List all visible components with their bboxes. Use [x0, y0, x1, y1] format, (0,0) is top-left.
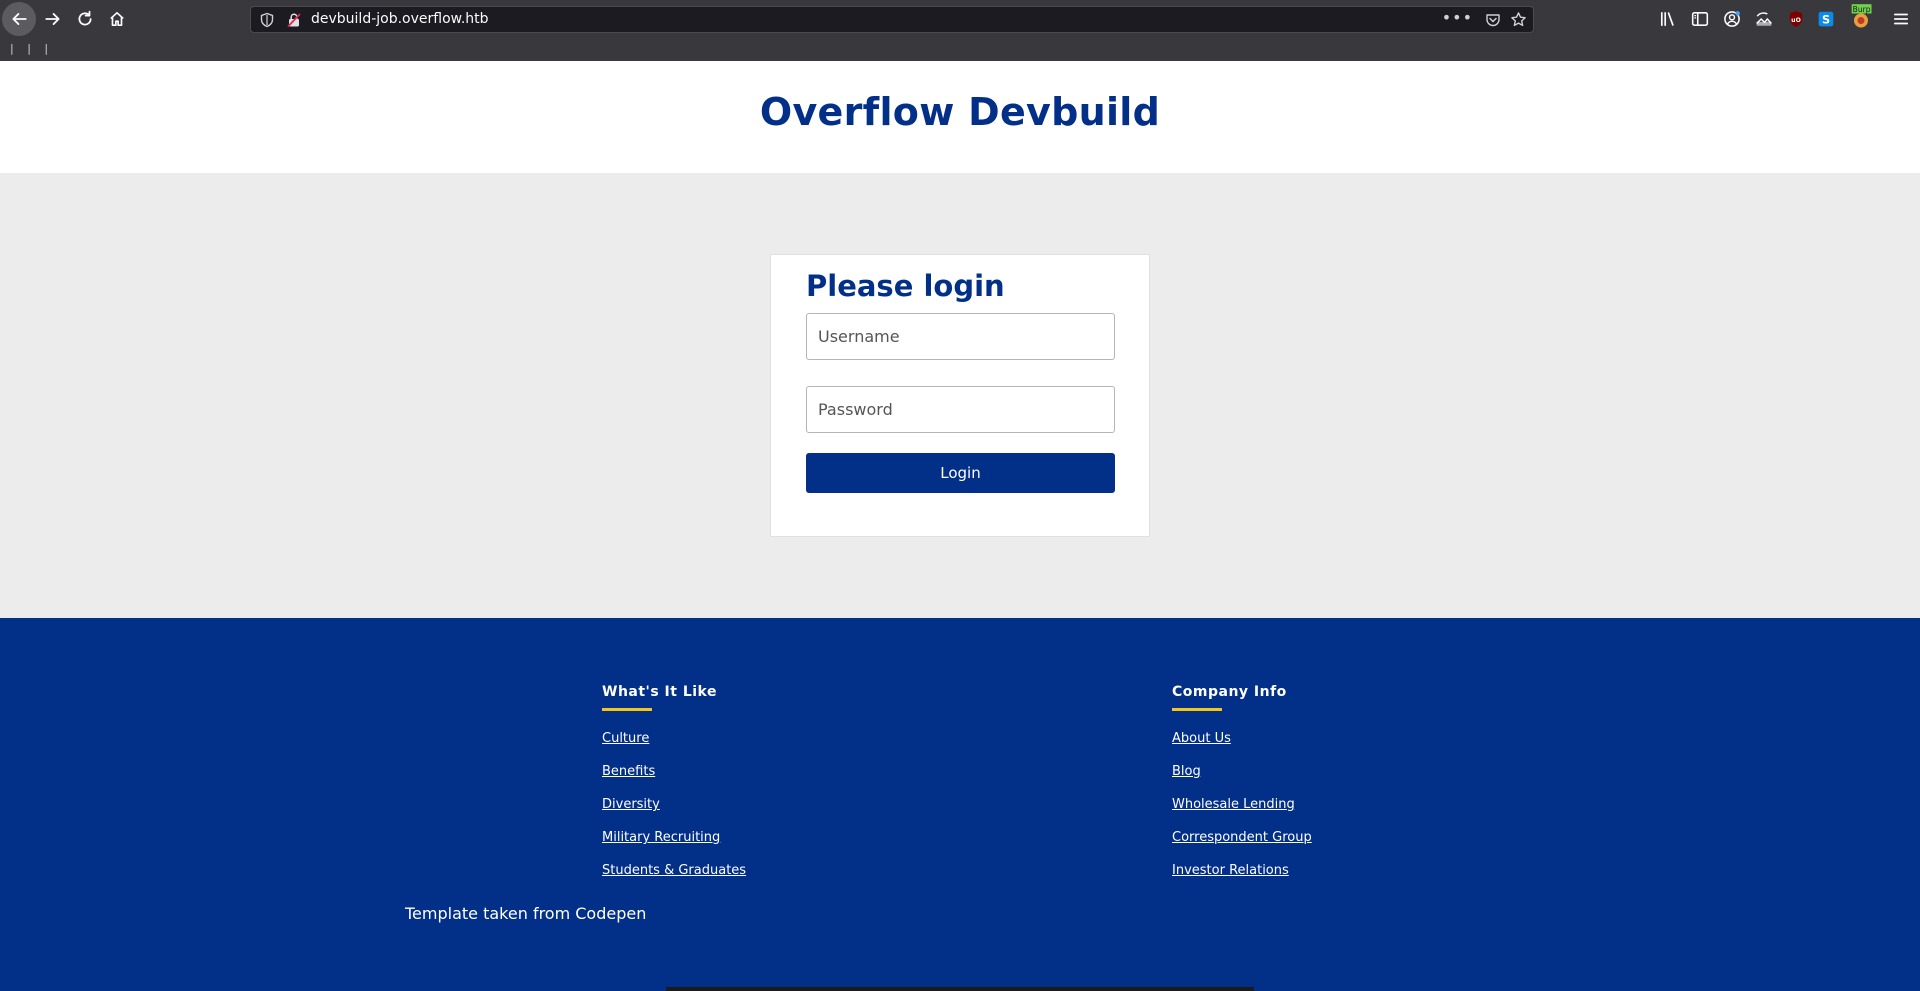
footer-heading-underline: [602, 708, 652, 711]
burp-extension-icon[interactable]: Burp: [1848, 2, 1874, 32]
reload-icon: [78, 10, 92, 26]
library-icon[interactable]: [1657, 7, 1679, 31]
bookmarks-toolbar[interactable]: | | |: [10, 42, 53, 55]
footer-link-benefits[interactable]: Benefits: [602, 764, 655, 779]
footer-link-investor-relations[interactable]: Investor Relations: [1172, 863, 1289, 878]
site-footer: What's It Like Culture Benefits Diversit…: [0, 618, 1920, 991]
insecure-lock-icon[interactable]: [286, 12, 302, 28]
sidebar-icon[interactable]: [1689, 7, 1711, 31]
footer-column-company-info: Company Info About Us Blog Wholesale Len…: [1172, 684, 1312, 892]
page-actions-more-icon[interactable]: •••: [1442, 8, 1473, 27]
ublock-icon[interactable]: uO: [1785, 7, 1807, 31]
account-icon[interactable]: [1721, 7, 1743, 31]
footer-heading: What's It Like: [602, 684, 717, 700]
password-input[interactable]: [806, 386, 1115, 433]
address-bar[interactable]: devbuild-job.overflow.htb •••: [250, 6, 1534, 33]
svg-text:S: S: [1822, 14, 1830, 27]
footer-link-about-us[interactable]: About Us: [1172, 731, 1231, 746]
svg-text:uO: uO: [1791, 17, 1801, 24]
url-text[interactable]: devbuild-job.overflow.htb: [311, 11, 489, 27]
site-title: Overflow Devbuild: [759, 90, 1161, 134]
tracking-shield-icon[interactable]: [259, 12, 275, 28]
bookmark-star-icon[interactable]: [1510, 11, 1527, 28]
s-extension-icon[interactable]: S: [1815, 7, 1837, 31]
home-icon: [110, 11, 124, 27]
pocket-icon[interactable]: [1485, 12, 1501, 28]
reload-button[interactable]: [68, 2, 102, 36]
footer-link-blog[interactable]: Blog: [1172, 764, 1201, 779]
template-credit: Template taken from Codepen: [405, 904, 647, 923]
footer-link-wholesale-lending[interactable]: Wholesale Lending: [1172, 797, 1295, 812]
footer-heading: Company Info: [1172, 684, 1287, 700]
footer-heading-underline: [1172, 708, 1222, 711]
footer-link-students-graduates[interactable]: Students & Graduates: [602, 863, 746, 878]
forward-button[interactable]: [36, 2, 70, 36]
arrow-left-icon: [12, 13, 27, 25]
home-button[interactable]: [100, 2, 134, 36]
back-button[interactable]: [2, 2, 36, 36]
arrow-right-icon: [45, 13, 60, 25]
login-card: Please login Login: [770, 254, 1150, 537]
footer-link-list: Culture Benefits Diversity Military Recr…: [602, 727, 746, 892]
footer-link-culture[interactable]: Culture: [602, 731, 649, 746]
login-heading: Please login: [806, 269, 1005, 303]
menu-icon[interactable]: [1890, 7, 1912, 31]
bottom-strip: [666, 987, 1254, 991]
screenshot-icon[interactable]: [1753, 7, 1775, 31]
burp-badge-text: Burp: [1853, 5, 1871, 14]
footer-link-list: About Us Blog Wholesale Lending Correspo…: [1172, 727, 1312, 892]
footer-column-whats-it-like: What's It Like Culture Benefits Diversit…: [602, 684, 746, 892]
browser-toolbar: devbuild-job.overflow.htb ••• uO S Burp …: [0, 0, 1920, 61]
footer-link-correspondent-group[interactable]: Correspondent Group: [1172, 830, 1312, 845]
footer-link-military-recruiting[interactable]: Military Recruiting: [602, 830, 720, 845]
footer-link-diversity[interactable]: Diversity: [602, 797, 660, 812]
login-button[interactable]: Login: [806, 453, 1115, 493]
site-header: Overflow Devbuild: [0, 61, 1920, 173]
username-input[interactable]: [806, 313, 1115, 360]
